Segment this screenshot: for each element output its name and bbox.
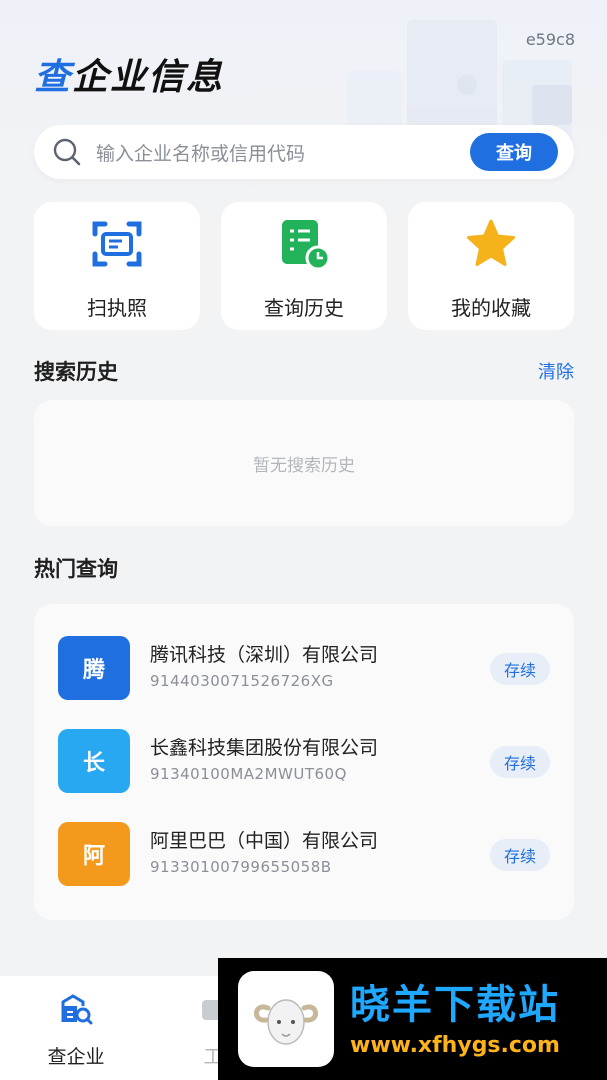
company-logo: 阿 <box>58 822 130 886</box>
hot-queries-title: 热门查询 <box>34 557 118 581</box>
company-info: 长鑫科技集团股份有限公司 91340100MA2MWUT60Q <box>150 735 378 783</box>
status-badge: 存续 <box>490 839 550 871</box>
my-favorites-button[interactable]: 我的收藏 <box>408 202 574 330</box>
sheep-icon <box>254 999 318 1045</box>
watermark-text: 晓羊下载站 www.xfhygs.com <box>350 981 560 1058</box>
company-name: 长鑫科技集团股份有限公司 <box>150 737 379 759</box>
company-name: 腾讯科技（深圳）有限公司 <box>150 644 379 666</box>
scan-license-button[interactable]: 扫执照 <box>34 202 200 330</box>
scan-license-icon <box>92 221 142 267</box>
watermark-title: 晓羊下载站 <box>350 981 560 1028</box>
brand-text: 企业信息 <box>72 57 225 98</box>
company-info: 腾讯科技（深圳）有限公司 9144030071526726XG <box>150 642 378 690</box>
query-history-button[interactable]: 查询历史 <box>221 202 387 330</box>
watermark-url: www.xfhygs.com <box>350 1032 560 1058</box>
company-info: 阿里巴巴（中国）有限公司 91330100799655058B <box>150 828 378 876</box>
clear-history-button[interactable]: 清除 <box>538 358 574 384</box>
tab-label: 查企业 <box>47 1046 105 1068</box>
page-title: 查企业信息 <box>34 48 224 100</box>
brand-accent: 查 <box>34 57 73 98</box>
search-history-empty: 暂无搜索历史 <box>34 400 574 526</box>
star-icon <box>467 219 515 266</box>
search-icon <box>53 138 81 166</box>
quick-actions: 扫执照 查询历史 我的收藏 <box>34 202 574 330</box>
credit-code: 91340100MA2MWUT60Q <box>150 765 347 783</box>
tab-company-search[interactable]: 查企业 <box>21 976 131 1080</box>
list-item[interactable]: 腾 腾讯科技（深圳）有限公司 9144030071526726XG 存续 <box>58 636 550 729</box>
app-screen: e59c8 查企业信息 输入企业名称或信用代码 查询 扫执照 查询历史 我的收藏… <box>0 0 607 1080</box>
search-bar[interactable]: 输入企业名称或信用代码 查询 <box>34 125 574 179</box>
version-label: e59c8 <box>525 30 575 49</box>
status-badge: 存续 <box>490 746 550 778</box>
status-badge: 存续 <box>490 653 550 685</box>
list-item[interactable]: 阿 阿里巴巴（中国）有限公司 91330100799655058B 存续 <box>58 822 550 915</box>
watermark-banner: 晓羊下载站 www.xfhygs.com <box>218 958 607 1080</box>
sheep-logo-icon <box>238 971 334 1067</box>
search-history-title: 搜索历史 <box>34 360 118 384</box>
hot-queries-list: 腾 腾讯科技（深圳）有限公司 9144030071526726XG 存续 长 长… <box>34 604 574 920</box>
search-button[interactable]: 查询 <box>470 133 558 171</box>
credit-code: 9144030071526726XG <box>150 672 334 690</box>
scan-license-label: 扫执照 <box>87 296 147 320</box>
company-name: 阿里巴巴（中国）有限公司 <box>150 830 379 852</box>
history-list-icon <box>282 220 331 271</box>
credit-code: 91330100799655058B <box>150 858 332 876</box>
company-logo: 腾 <box>58 636 130 700</box>
company-search-icon <box>61 994 93 1025</box>
my-favorites-label: 我的收藏 <box>451 296 531 320</box>
list-item[interactable]: 长 长鑫科技集团股份有限公司 91340100MA2MWUT60Q 存续 <box>58 729 550 822</box>
query-history-label: 查询历史 <box>264 296 344 320</box>
empty-history-text: 暂无搜索历史 <box>253 455 355 476</box>
company-logo: 长 <box>58 729 130 793</box>
